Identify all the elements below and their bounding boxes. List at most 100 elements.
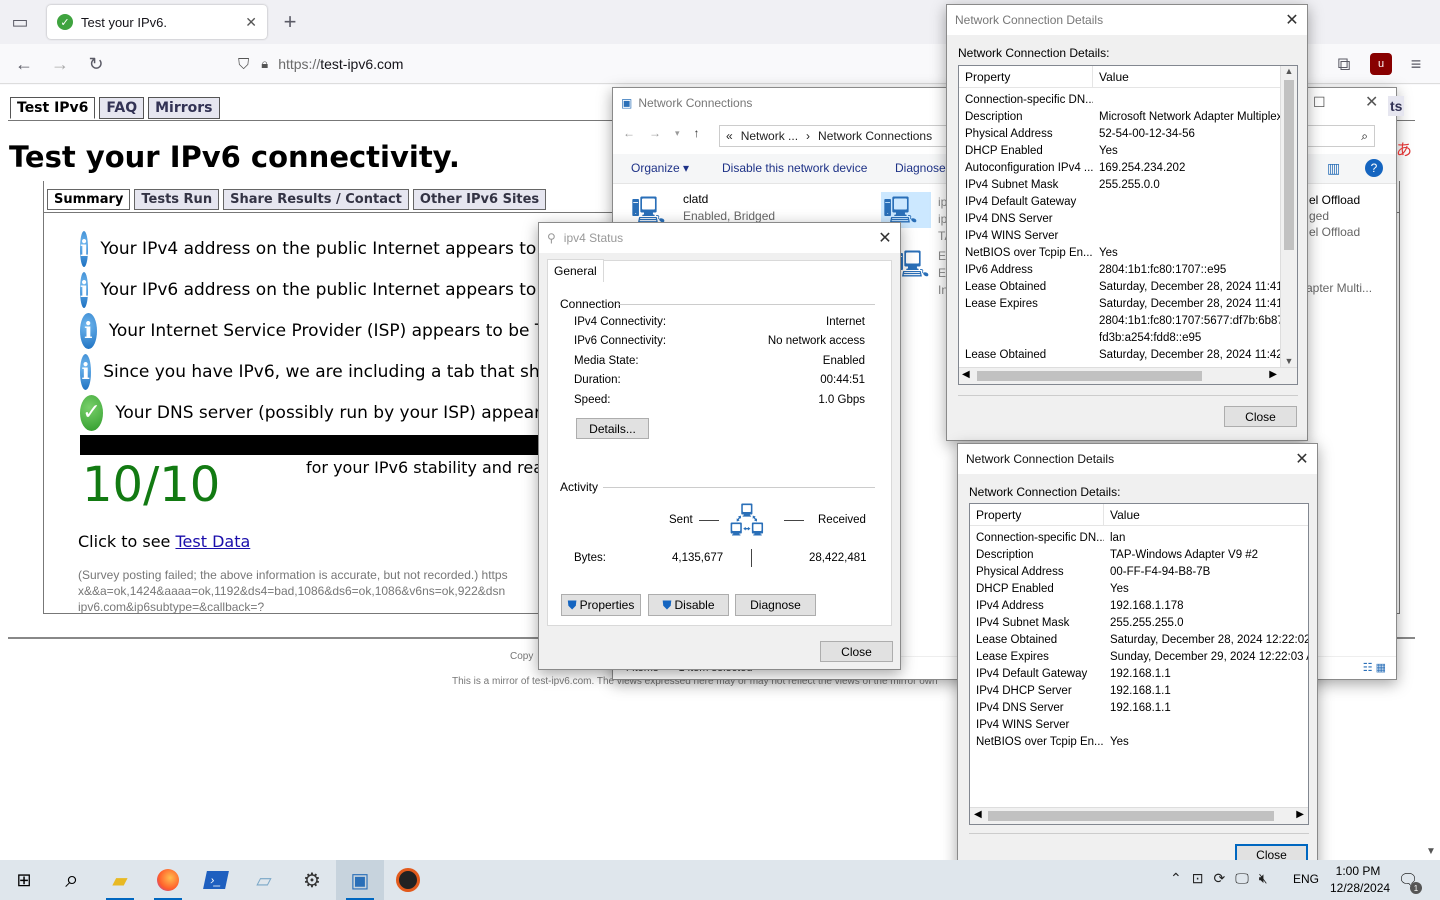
scroll-up-icon[interactable]: ▲ [1281,66,1297,76]
close-icon[interactable]: ✕ [1277,5,1307,35]
list-item[interactable]: 2804:1b1:fc80:1707:5677:df7b:6b87: [959,312,1281,329]
close-icon[interactable]: ✕ [870,223,900,253]
column-property[interactable]: Property [970,504,1104,525]
tab-share-results[interactable]: Share Results / Contact [223,189,409,210]
list-item[interactable]: Lease Expires Sunday, December 29, 2024 1… [970,648,1308,665]
clock[interactable]: 1:00 PM 12/28/2024 [1330,863,1390,897]
tab-faq[interactable]: FAQ [99,97,145,119]
list-item[interactable]: Description Microsoft Network Adapter Mul… [959,108,1281,125]
list-item[interactable]: DHCP Enabled Yes [959,142,1281,159]
list-item[interactable]: Lease Obtained Saturday, December 28, 202… [959,278,1281,295]
scroll-right-icon[interactable]: ▶ [1296,809,1304,820]
tab-partial[interactable]: ts [1388,96,1405,116]
list-item[interactable]: IPv4 DNS Server 192.168.1.1 [970,699,1308,716]
close-button[interactable]: Close [820,641,893,662]
list-item[interactable]: Physical Address 00-FF-F4-94-B8-7B [970,563,1308,580]
list-item[interactable]: IPv4 Subnet Mask 255.255.255.0 [970,614,1308,631]
tray-sync-icon[interactable]: ⟳ [1213,870,1225,887]
browser-tab[interactable]: ✓ Test your IPv6. ✕ [47,5,267,39]
list-item[interactable]: Physical Address 52-54-00-12-34-56 [959,125,1281,142]
scroll-left-icon[interactable]: ◀ [962,369,970,380]
powershell-button[interactable]: ›_ [192,860,240,900]
view-icon[interactable]: ▥ [1327,160,1340,177]
list-item[interactable]: NetBIOS over Tcpip En... Yes [959,244,1281,261]
list-item[interactable]: IPv6 Address 2804:1b1:fc80:1707::e95 [959,261,1281,278]
list-item[interactable]: Lease Obtained Saturday, December 28, 202… [959,346,1281,363]
new-tab-button[interactable]: + [276,8,304,36]
list-item[interactable]: IPv4 Address 192.168.1.178 [970,597,1308,614]
back-icon[interactable]: ← [10,50,38,78]
horizontal-scrollbar[interactable]: ◀ ▶ [959,367,1297,384]
close-tab-icon[interactable]: ✕ [245,14,257,31]
tab-list-icon[interactable]: ▭ [6,8,34,36]
tab-general[interactable]: General [547,259,604,282]
vertical-scrollbar[interactable]: ▲ ▼ [1280,66,1297,368]
list-item[interactable]: Lease Expires Saturday, December 28, 2024… [959,295,1281,312]
settings-button[interactable]: ⚙ [288,860,336,900]
up-icon[interactable]: ↑ [694,126,700,140]
extensions-icon[interactable]: ⧉ [1330,50,1358,78]
scroll-thumb[interactable] [988,811,1274,821]
list-item[interactable]: Description TAP-Windows Adapter V9 #2 [970,546,1308,563]
translate-icon[interactable]: あ [1396,136,1412,160]
details-button[interactable]: Details... [576,418,649,439]
network-status-icon[interactable]: 🖵︎ [1235,870,1249,887]
column-value[interactable]: Value [1104,508,1140,522]
details-view-icon[interactable]: ☷ ▦ [1363,661,1386,674]
search-box[interactable]: ⌕ [1305,125,1375,147]
forward-icon[interactable]: → [649,126,661,140]
disable-device-button[interactable]: Disable this network device [722,161,867,175]
search-button[interactable]: ⌕ [48,860,96,900]
list-item[interactable]: fd3b:a254:fdd8::e95 [959,329,1281,346]
volume-muted-icon[interactable]: 🔇︎ [1259,870,1268,887]
tab-summary[interactable]: Summary [47,189,131,210]
maximize-icon[interactable]: ☐ [1313,94,1326,111]
lock-icon[interactable]: 🔒︎ [261,56,268,72]
details-list[interactable]: Property Value Connection-specific DN... l… [969,503,1309,825]
disable-button[interactable]: ⛊ Disable [648,594,729,616]
properties-button[interactable]: ⛊ Properties [561,594,641,616]
diagnose-button[interactable]: Diagnose [735,594,816,616]
breadcrumb-item[interactable]: Network ... [741,129,798,143]
tab-other-sites[interactable]: Other IPv6 Sites [412,189,547,210]
network-connections-button[interactable]: ▣ [336,860,384,900]
page-scroll-down-icon[interactable]: ▼ [1426,846,1436,857]
tab-tests-run[interactable]: Tests Run [134,189,220,210]
chevron-up-icon[interactable]: ⌃ [1170,870,1182,887]
reload-icon[interactable]: ↻ [82,50,110,78]
control-panel-button[interactable]: ▱ [240,860,288,900]
scroll-right-icon[interactable]: ▶ [1269,369,1277,380]
column-property[interactable]: Property [959,66,1093,87]
list-item[interactable]: IPv4 Default Gateway [959,193,1281,210]
breadcrumb-item[interactable]: Network Connections [818,129,932,143]
scroll-thumb[interactable] [977,371,1202,381]
close-icon[interactable]: ✕ [1365,92,1378,112]
start-button[interactable]: ⊞ [0,860,48,900]
back-icon[interactable]: ← [623,126,635,140]
url-bar[interactable]: ⛉ 🔒︎ https:// test-ipv6.com [230,48,950,80]
close-icon[interactable]: ✕ [1287,444,1317,474]
tab-test-ipv6[interactable]: Test IPv6 [10,97,96,119]
list-item[interactable]: NetBIOS over Tcpip En... Yes [970,733,1308,750]
firefox-button[interactable] [144,860,192,900]
list-item[interactable]: IPv4 DNS Server [959,210,1281,227]
details-list[interactable]: Property Value Connection-specific DN... … [958,65,1298,385]
tray-app-icon[interactable]: ⊡ [1192,870,1204,887]
organize-button[interactable]: Organize ▾ [631,161,689,175]
recent-icon[interactable]: ▾ [675,128,680,139]
scroll-down-icon[interactable]: ▼ [1281,356,1297,366]
list-item[interactable]: Connection-specific DN... lan [970,529,1308,546]
app-button[interactable] [384,860,432,900]
list-item[interactable]: IPv4 WINS Server [970,716,1308,733]
list-item[interactable]: IPv4 WINS Server [959,227,1281,244]
menu-icon[interactable]: ≡ [1402,50,1430,78]
close-button[interactable]: Close [1224,406,1297,427]
column-value[interactable]: Value [1093,70,1129,84]
shield-icon[interactable]: ⛉ [238,56,249,73]
ublock-icon[interactable]: u [1370,53,1392,75]
diagnose-button[interactable]: Diagnose [895,161,946,175]
list-item[interactable]: IPv4 Default Gateway 192.168.1.1 [970,665,1308,682]
list-item[interactable]: DHCP Enabled Yes [970,580,1308,597]
tab-mirrors[interactable]: Mirrors [148,97,220,119]
help-icon[interactable]: ? [1365,159,1383,177]
